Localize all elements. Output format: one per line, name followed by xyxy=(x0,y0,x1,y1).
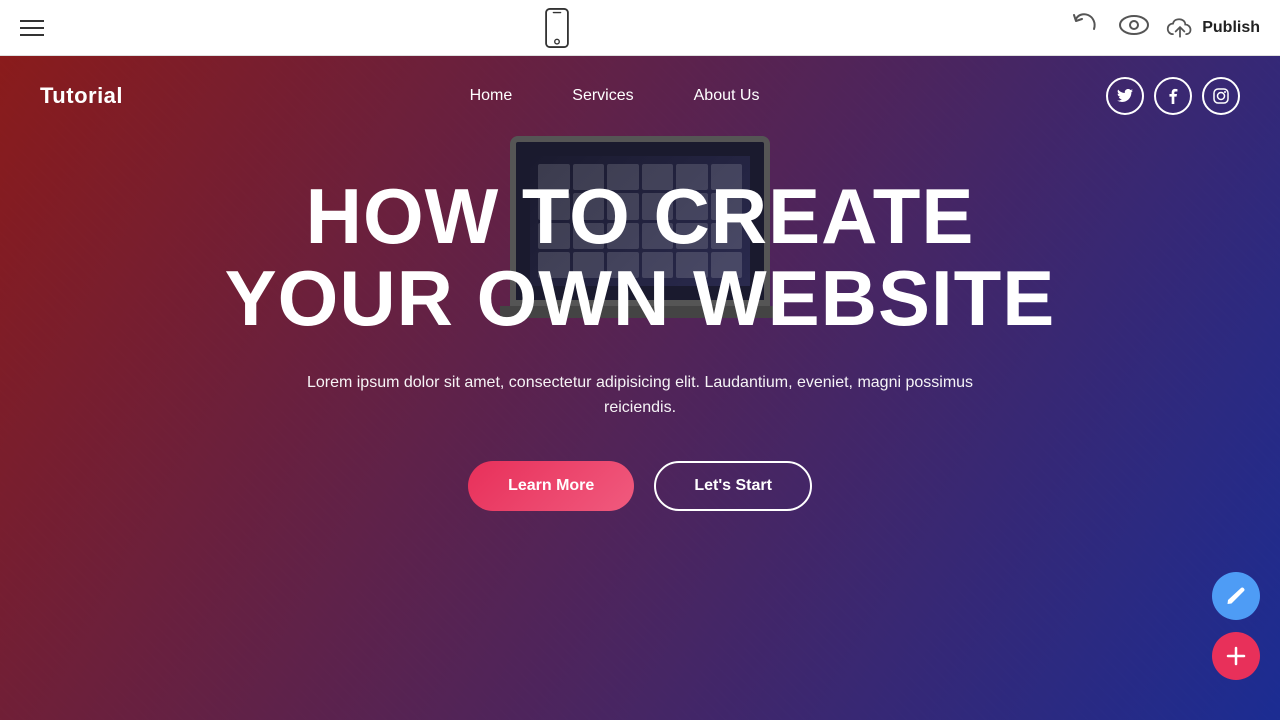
hero-title: HOW TO CREATE YOUR OWN WEBSITE xyxy=(80,176,1200,340)
add-fab-button[interactable] xyxy=(1212,632,1260,680)
nav-home[interactable]: Home xyxy=(470,87,513,105)
hamburger-menu-icon[interactable] xyxy=(20,20,44,36)
mobile-preview-icon[interactable] xyxy=(543,8,571,48)
undo-icon[interactable] xyxy=(1070,11,1102,44)
hero-title-line1: HOW TO CREATE xyxy=(306,172,975,260)
publish-button[interactable]: Publish xyxy=(1166,18,1260,38)
instagram-icon[interactable] xyxy=(1202,77,1240,115)
facebook-icon[interactable] xyxy=(1154,77,1192,115)
learn-more-button[interactable]: Learn More xyxy=(468,461,634,511)
lets-start-button[interactable]: Let's Start xyxy=(654,461,812,511)
hero-subtitle: Lorem ipsum dolor sit amet, consectetur … xyxy=(290,370,990,421)
publish-label: Publish xyxy=(1202,19,1260,37)
hero-buttons: Learn More Let's Start xyxy=(80,461,1200,511)
preview-eye-icon[interactable] xyxy=(1118,13,1150,42)
hero-content: HOW TO CREATE YOUR OWN WEBSITE Lorem ips… xyxy=(0,136,1280,511)
toolbar: Publish xyxy=(0,0,1280,56)
nav-links: Home Services About Us xyxy=(470,87,760,105)
nav-about-us[interactable]: About Us xyxy=(694,87,760,105)
website-preview: Tutorial Home Services About Us xyxy=(0,56,1280,720)
nav-services[interactable]: Services xyxy=(572,87,633,105)
site-navigation: Tutorial Home Services About Us xyxy=(0,56,1280,136)
twitter-icon[interactable] xyxy=(1106,77,1144,115)
edit-fab-button[interactable] xyxy=(1212,572,1260,620)
social-icons xyxy=(1106,77,1240,115)
site-logo: Tutorial xyxy=(40,83,123,109)
main-content: Tutorial Home Services About Us xyxy=(0,56,1280,720)
hero-title-line2: YOUR OWN WEBSITE xyxy=(225,254,1056,342)
